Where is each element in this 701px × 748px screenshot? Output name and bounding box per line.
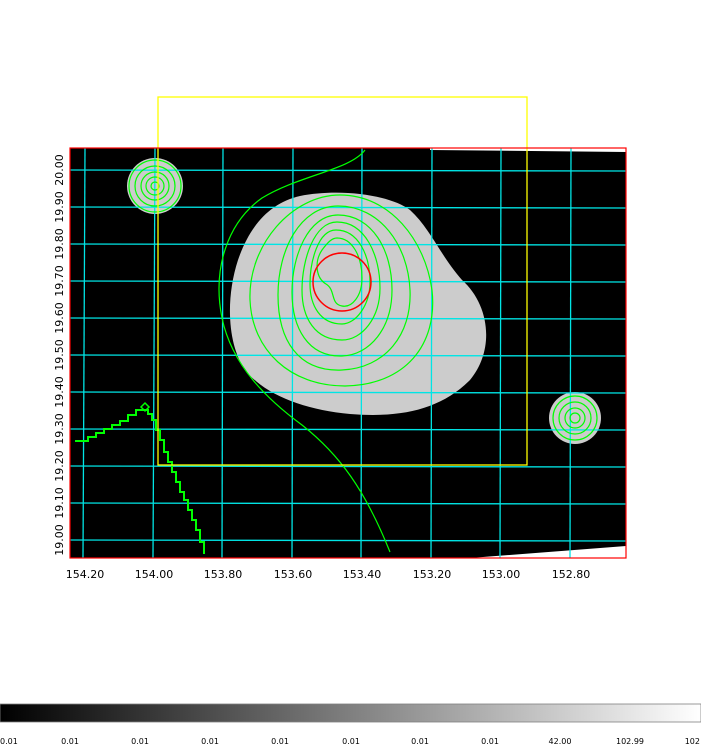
x-tick-label: 153.40 — [343, 568, 382, 581]
colorbar-label: 0.01 — [271, 737, 289, 746]
x-tick-label: 152.80 — [552, 568, 591, 581]
colorbar-label: 0.01 — [342, 737, 360, 746]
y-tick-label: 19.30 — [53, 413, 66, 445]
colorbar-label: 42.00 — [549, 737, 572, 746]
colorbar-label: 0.01 — [131, 737, 149, 746]
y-tick-label: 19.70 — [53, 265, 66, 297]
y-tick-label: 19.10 — [53, 487, 66, 519]
x-tick-label: 153.20 — [413, 568, 452, 581]
source-blob-small-right — [549, 392, 601, 444]
image-viewer[interactable]: 154.20 154.00 153.80 153.60 153.40 153.2… — [0, 0, 701, 748]
colorbar-label: 102 — [685, 737, 700, 746]
y-tick-label: 19.40 — [53, 376, 66, 408]
x-axis: 154.20 154.00 153.80 153.60 153.40 153.2… — [66, 568, 591, 581]
y-tick-label: 19.20 — [53, 450, 66, 482]
x-tick-label: 154.00 — [135, 568, 174, 581]
y-tick-label: 19.90 — [53, 191, 66, 223]
colorbar-label: 0.01 — [411, 737, 429, 746]
x-tick-label: 153.60 — [274, 568, 313, 581]
colorbar[interactable]: 0.01 0.01 0.01 0.01 0.01 0.01 0.01 0.01 … — [0, 703, 701, 746]
colorbar-label: 0.01 — [0, 737, 18, 746]
y-tick-label: 19.00 — [53, 524, 66, 556]
colorbar-label: 0.01 — [481, 737, 499, 746]
y-tick-label: 19.80 — [53, 228, 66, 260]
colorbar-label: 102.99 — [616, 737, 644, 746]
y-tick-label: 20.00 — [53, 154, 66, 186]
y-axis: 19.00 19.10 19.20 19.30 19.40 19.50 19.6… — [53, 154, 66, 556]
image-panel — [70, 148, 626, 558]
colorbar-gradient — [0, 703, 701, 723]
y-tick-label: 19.60 — [53, 302, 66, 334]
colorbar-label: 0.01 — [61, 737, 79, 746]
colorbar-label: 0.01 — [201, 737, 219, 746]
x-tick-label: 153.00 — [482, 568, 521, 581]
x-tick-label: 153.80 — [204, 568, 243, 581]
y-tick-label: 19.50 — [53, 339, 66, 371]
x-tick-label: 154.20 — [66, 568, 105, 581]
